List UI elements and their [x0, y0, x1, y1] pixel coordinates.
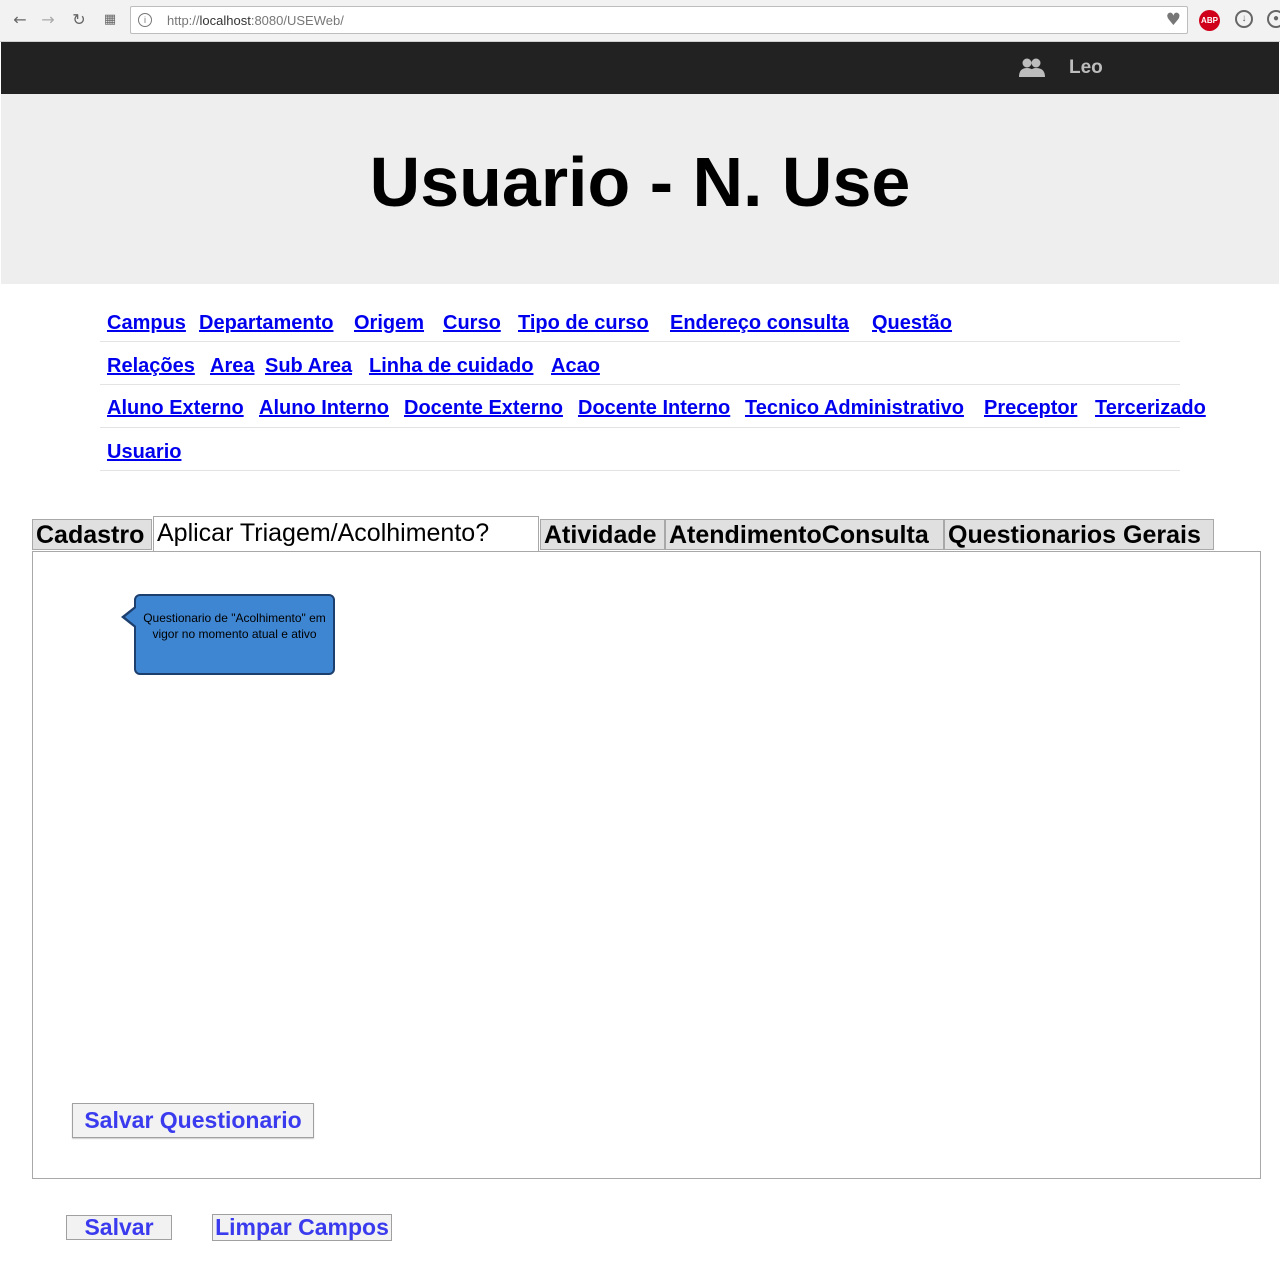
- page-header: Usuario - N. Use: [1, 94, 1279, 284]
- user-name[interactable]: Leo: [1069, 57, 1103, 79]
- nav-link-tipo-de-curso[interactable]: Tipo de curso: [518, 312, 649, 335]
- nav-row: Campus Departamento Origem Curso Tipo de…: [100, 300, 1180, 342]
- app-topbar: Leo: [1, 42, 1279, 94]
- nav-link-campus[interactable]: Campus: [107, 312, 186, 335]
- nav-link-area[interactable]: Area: [210, 355, 254, 378]
- nav-link-linha-de-cuidado[interactable]: Linha de cuidado: [369, 355, 533, 378]
- nav-link-tecnico-administrativo[interactable]: Tecnico Administrativo: [745, 397, 964, 420]
- nav-link-relacoes[interactable]: Relações: [107, 355, 195, 378]
- tab-bar: Cadastro Aplicar Triagem/Acolhimento? At…: [32, 516, 1262, 551]
- users-icon[interactable]: [1019, 55, 1045, 81]
- clear-fields-button[interactable]: Limpar Campos: [212, 1214, 392, 1241]
- profile-icon[interactable]: ●: [1267, 10, 1280, 28]
- nav-link-questao[interactable]: Questão: [872, 312, 952, 335]
- main-navigation: Campus Departamento Origem Curso Tipo de…: [100, 300, 1206, 471]
- nav-link-acao[interactable]: Acao: [551, 355, 600, 378]
- bookmark-heart-icon[interactable]: ♥: [1166, 10, 1181, 30]
- download-icon[interactable]: ↓: [1235, 10, 1253, 28]
- address-bar[interactable]: i http://localhost:8080/USEWeb/ ♥: [130, 6, 1188, 34]
- tab-aplicar-triagem[interactable]: Aplicar Triagem/Acolhimento?: [153, 516, 539, 551]
- site-info-icon[interactable]: i: [138, 13, 152, 27]
- tab-atendimento-consulta[interactable]: AtendimentoConsulta: [665, 519, 944, 550]
- tooltip-text: Questionario de "Acolhimento" em vigor n…: [143, 611, 326, 641]
- nav-link-origem[interactable]: Origem: [354, 312, 424, 335]
- nav-row: Usuario: [100, 428, 1180, 471]
- nav-link-endereco-consulta[interactable]: Endereço consulta: [670, 312, 849, 335]
- save-questionnaire-button[interactable]: Salvar Questionario: [72, 1103, 314, 1138]
- info-tooltip: Questionario de "Acolhimento" em vigor n…: [134, 594, 335, 675]
- page-title: Usuario - N. Use: [369, 143, 911, 221]
- nav-link-docente-interno[interactable]: Docente Interno: [578, 397, 730, 420]
- nav-link-preceptor[interactable]: Preceptor: [984, 397, 1077, 420]
- reload-icon[interactable]: ↻: [69, 10, 89, 30]
- adblock-icon[interactable]: ABP: [1199, 10, 1220, 31]
- browser-toolbar: ← → ↻ ▦ i http://localhost:8080/USEWeb/ …: [0, 0, 1280, 42]
- tab-atividade[interactable]: Atividade: [540, 519, 665, 550]
- nav-link-usuario[interactable]: Usuario: [107, 441, 181, 464]
- nav-link-sub-area[interactable]: Sub Area: [265, 355, 352, 378]
- nav-row: Relações Area Sub Area Linha de cuidado …: [100, 342, 1180, 385]
- forward-icon[interactable]: →: [38, 10, 58, 30]
- apps-grid-icon[interactable]: ▦: [100, 10, 120, 30]
- tab-questionarios-gerais[interactable]: Questionarios Gerais: [944, 519, 1214, 550]
- nav-row: Aluno Externo Aluno Interno Docente Exte…: [100, 385, 1206, 428]
- save-button[interactable]: Salvar: [66, 1215, 172, 1240]
- nav-link-aluno-interno[interactable]: Aluno Interno: [259, 397, 389, 420]
- tooltip-arrow-fill: [125, 608, 136, 626]
- address-url[interactable]: http://localhost:8080/USEWeb/: [167, 13, 344, 28]
- nav-link-departamento[interactable]: Departamento: [199, 312, 333, 335]
- tab-cadastro[interactable]: Cadastro: [32, 519, 152, 550]
- nav-link-tercerizado[interactable]: Tercerizado: [1095, 397, 1206, 420]
- back-icon[interactable]: ←: [10, 10, 30, 30]
- nav-link-docente-externo[interactable]: Docente Externo: [404, 397, 563, 420]
- nav-link-curso[interactable]: Curso: [443, 312, 501, 335]
- nav-link-aluno-externo[interactable]: Aluno Externo: [107, 397, 244, 420]
